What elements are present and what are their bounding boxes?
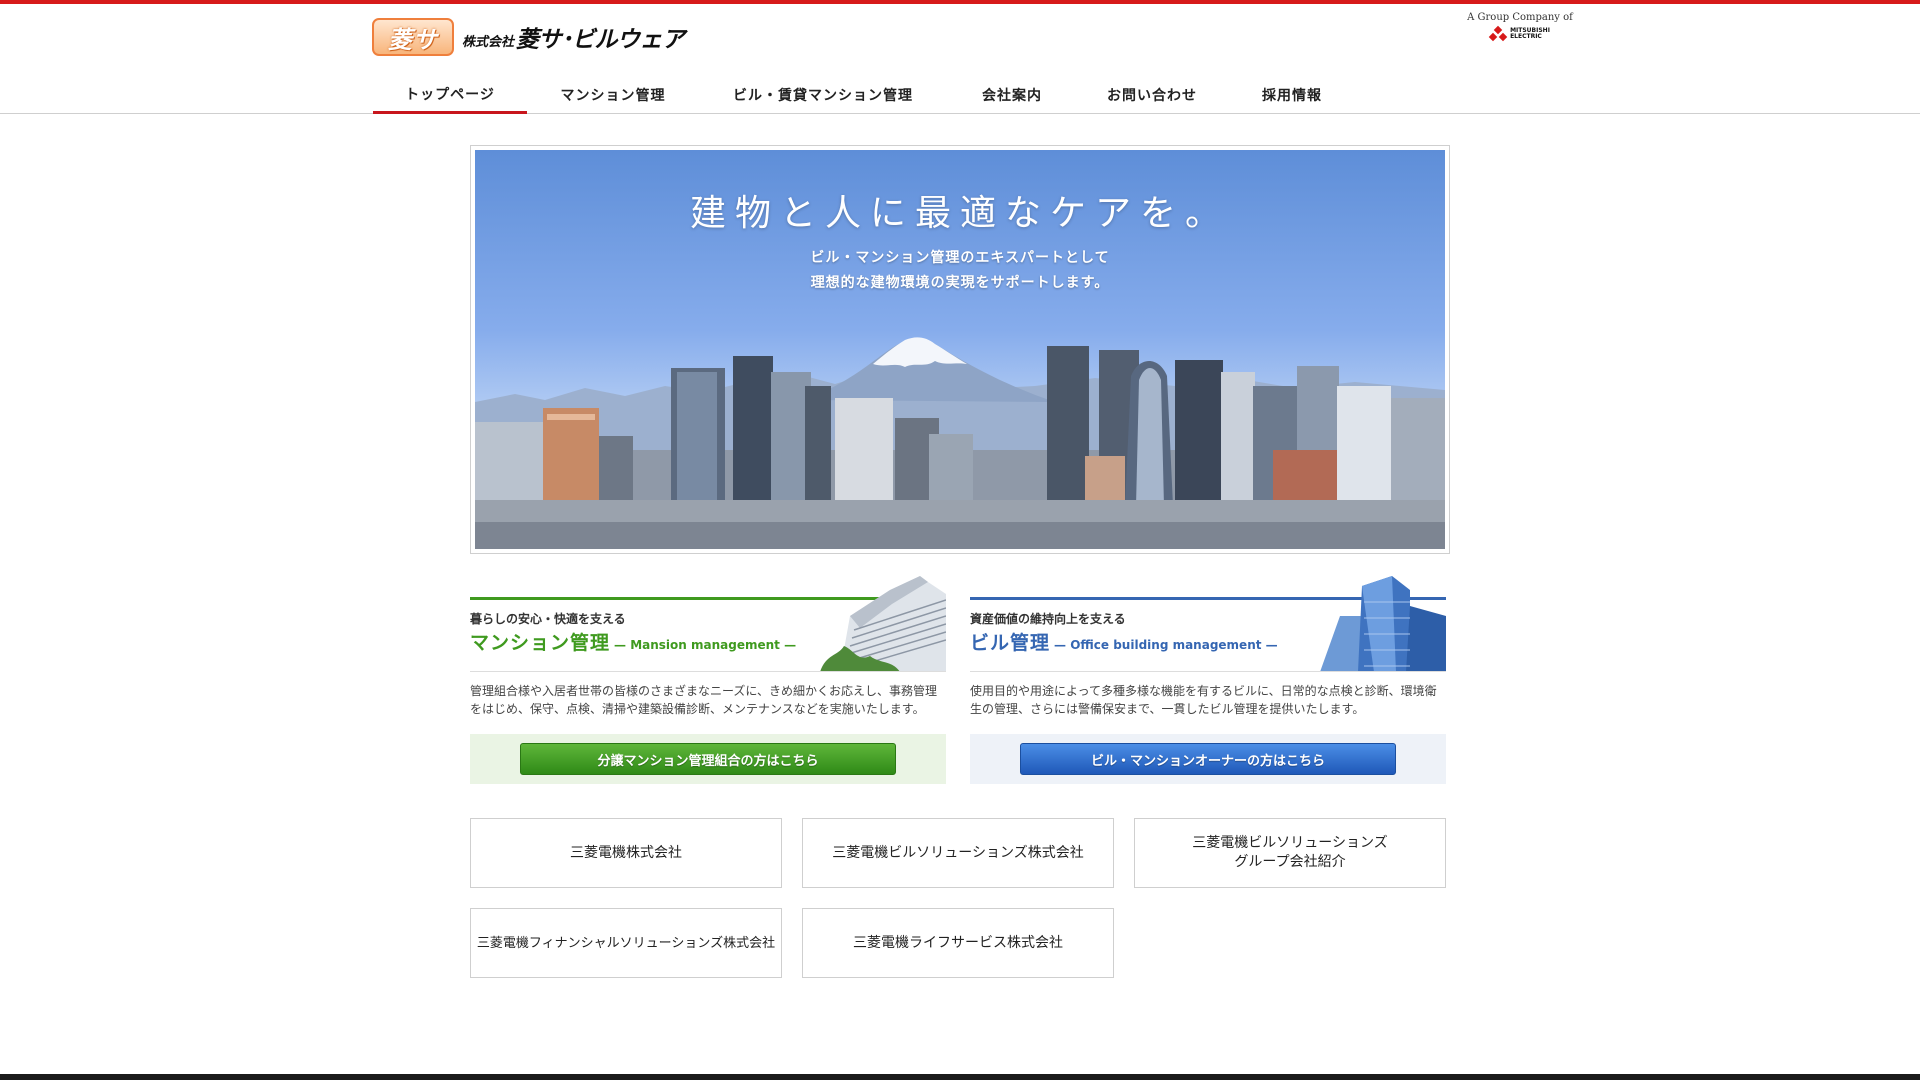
hero-subtitle-line-1: ビル・マンション管理のエキスパートとして: [810, 250, 1110, 266]
hero-title: 建物と人に最適なケアを。: [689, 193, 1230, 234]
logo-kabushiki: 株式会社: [462, 34, 515, 50]
service-building-title-ja: ビル管理: [970, 632, 1051, 654]
service-mansion-description: 管理組合様や入居者世帯の皆様のさまざまなニーズに、きめ細かくお応えし、事務管理を…: [470, 684, 938, 716]
service-building-description: 使用目的や用途によって多種多様な機能を有するビルに、日常的な点検と診断、環境衛生…: [970, 684, 1437, 716]
related-link-building-solutions[interactable]: 三菱電機ビルソリューションズ株式会社: [802, 818, 1114, 888]
hero-subtitle-line-2: 理想的な建物環境の実現をサポートします。: [810, 275, 1110, 291]
nav-building-rental-management[interactable]: ビル・賃貸マンション管理: [699, 76, 947, 114]
mansion-building-image: [820, 576, 946, 672]
group-company-badge[interactable]: A Group Company of MITSUBISHI ELECTRIC: [1440, 12, 1600, 42]
nav-mansion-management[interactable]: マンション管理: [527, 76, 699, 114]
mitsubishi-diamonds-icon: [1488, 25, 1508, 42]
group-brand-line-2: ELECTRIC: [1510, 33, 1542, 40]
site-header: 菱サ 株式会社 菱サ･ビルウェア A Group Company of MITS…: [0, 4, 1920, 114]
service-building-button-box: ビル・マンションオーナーの方はこちら: [970, 734, 1446, 784]
service-mansion-title-ja: マンション管理: [470, 632, 611, 654]
related-link-life-service[interactable]: 三菱電機ライフサービス株式会社: [802, 908, 1114, 978]
service-building-title-en: — Office building management —: [1054, 638, 1278, 652]
global-nav: トップページ マンション管理 ビル・賃貸マンション管理 会社案内 お問い合わせ …: [373, 76, 1357, 114]
service-mansion-title-en: — Mansion management —: [614, 638, 797, 652]
service-mansion-banner: 暮らしの安心・快適を支える マンション管理 — Mansion managemen…: [470, 576, 946, 672]
service-mansion-title: マンション管理 — Mansion management —: [470, 628, 796, 655]
service-mansion: 暮らしの安心・快適を支える マンション管理 — Mansion managemen…: [470, 576, 946, 784]
nav-top-page[interactable]: トップページ: [373, 76, 527, 114]
nav-company-info[interactable]: 会社案内: [947, 76, 1077, 114]
service-building-banner: 資産価値の維持向上を支える ビル管理 — Office building mana…: [970, 576, 1446, 672]
group-company-text: A Group Company of: [1467, 12, 1573, 23]
logo-mark: 菱サ: [372, 18, 454, 56]
footer-bar: [0, 1074, 1920, 1080]
mansion-association-button[interactable]: 分譲マンション管理組合の方はこちら: [520, 743, 896, 775]
service-mansion-button-box: 分譲マンション管理組合の方はこちら: [470, 734, 946, 784]
service-building-kicker: 資産価値の維持向上を支える: [970, 612, 1126, 626]
building-owner-button[interactable]: ビル・マンションオーナーの方はこちら: [1020, 743, 1396, 775]
related-link-group-companies[interactable]: 三菱電機ビルソリューションズ グループ会社紹介: [1134, 818, 1446, 888]
nav-recruitment[interactable]: 採用情報: [1227, 76, 1357, 114]
site-logo[interactable]: 菱サ 株式会社 菱サ･ビルウェア: [372, 18, 685, 56]
service-mansion-kicker: 暮らしの安心・快適を支える: [470, 612, 626, 626]
office-building-image: [1320, 576, 1446, 672]
service-building-title: ビル管理 — Office building management —: [970, 628, 1278, 655]
hero-banner: 建物と人に最適なケアを。 ビル・マンション管理のエキスパートとして 理想的な建物…: [470, 145, 1450, 554]
logo-company-name: 菱サ･ビルウェア: [516, 27, 685, 53]
hero-subtitle: ビル・マンション管理のエキスパートとして 理想的な建物環境の実現をサポートします…: [475, 246, 1445, 296]
related-link-financial-solutions[interactable]: 三菱電機フィナンシャルソリューションズ株式会社: [470, 908, 782, 978]
nav-contact[interactable]: お問い合わせ: [1077, 76, 1227, 114]
related-link-mitsubishi-electric[interactable]: 三菱電機株式会社: [470, 818, 782, 888]
service-building: 資産価値の維持向上を支える ビル管理 — Office building mana…: [970, 576, 1446, 784]
